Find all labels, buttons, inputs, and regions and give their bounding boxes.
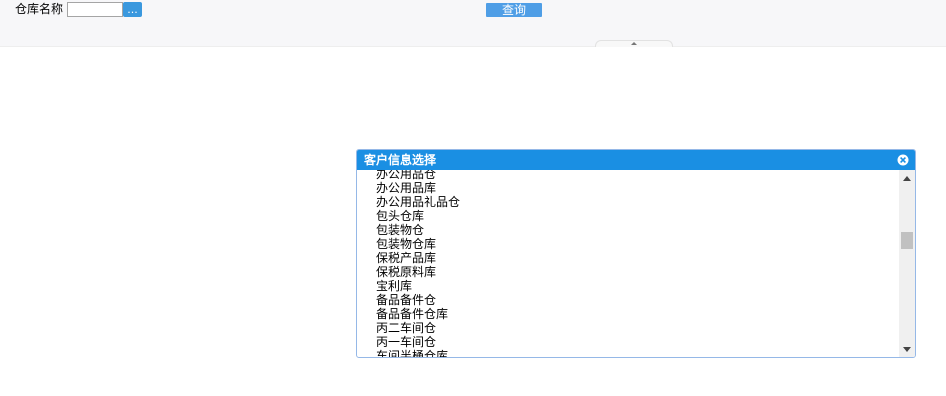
search-toolbar: 仓库名称 ... 查询 xyxy=(0,0,946,47)
scroll-up-icon[interactable] xyxy=(903,176,911,181)
list-item[interactable]: 车间半桶仓库 xyxy=(376,349,460,357)
browse-button[interactable]: ... xyxy=(123,2,142,17)
list-item[interactable]: 包装物仓 xyxy=(376,223,460,237)
close-icon[interactable] xyxy=(897,154,909,166)
chevron-up-icon xyxy=(631,42,637,45)
scroll-down-icon[interactable] xyxy=(903,347,911,352)
warehouse-name-input[interactable] xyxy=(67,2,123,17)
dialog-header: 客户信息选择 xyxy=(357,150,915,170)
warehouse-list: 办公用品仓 办公用品库 办公用品礼品仓 包头仓库 包装物仓 包装物仓库 保税产品库 保税原料库… xyxy=(376,170,460,357)
list-item[interactable]: 备品备件仓库 xyxy=(376,307,460,321)
scrollbar[interactable] xyxy=(899,170,915,357)
list-item[interactable]: 办公用品礼品仓 xyxy=(376,195,460,209)
query-button[interactable]: 查询 xyxy=(486,3,542,17)
list-item[interactable]: 丙一车间仓 xyxy=(376,335,460,349)
customer-select-dialog: 客户信息选择 办公用品仓 办公用品库 办公用品礼品仓 包头仓库 包装物仓 包装物仓库 保税产… xyxy=(356,149,916,358)
list-item[interactable]: 备品备件仓 xyxy=(376,293,460,307)
list-item[interactable]: 包装物仓库 xyxy=(376,237,460,251)
list-item[interactable]: 办公用品仓 xyxy=(376,170,460,181)
list-item[interactable]: 宝利库 xyxy=(376,279,460,293)
list-item[interactable]: 保税原料库 xyxy=(376,265,460,279)
list-item[interactable]: 丙二车间仓 xyxy=(376,321,460,335)
list-item[interactable]: 包头仓库 xyxy=(376,209,460,223)
warehouse-list-area: 办公用品仓 办公用品库 办公用品礼品仓 包头仓库 包装物仓 包装物仓库 保税产品库 保税原料库… xyxy=(357,170,899,357)
collapse-toggle[interactable] xyxy=(595,40,673,47)
scroll-thumb[interactable] xyxy=(901,232,913,249)
list-item[interactable]: 办公用品库 xyxy=(376,181,460,195)
warehouse-name-label: 仓库名称 xyxy=(15,2,64,16)
list-item[interactable]: 保税产品库 xyxy=(376,251,460,265)
dialog-title: 客户信息选择 xyxy=(364,153,437,167)
